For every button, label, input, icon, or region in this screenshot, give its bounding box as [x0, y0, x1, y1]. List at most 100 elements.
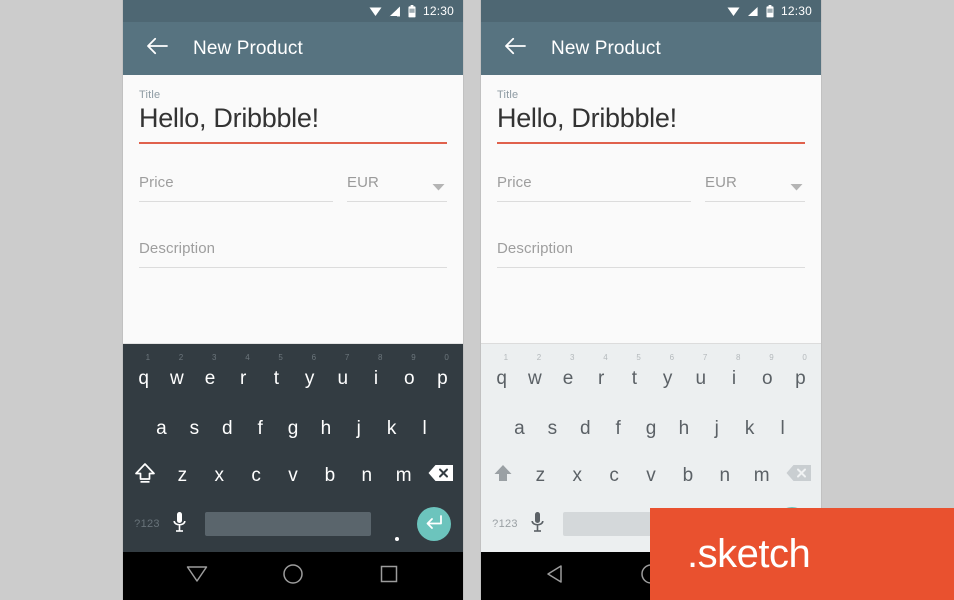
currency-field[interactable]: EUR [347, 174, 447, 202]
price-field[interactable]: Price [139, 174, 333, 202]
nav-home-button[interactable] [269, 552, 317, 600]
key-label: g [645, 418, 657, 439]
key-m[interactable]: m [385, 452, 422, 499]
key-s[interactable]: s [178, 405, 211, 452]
key-t[interactable]: 5t [260, 352, 293, 405]
key-y[interactable]: 6y [651, 352, 684, 405]
key-d[interactable]: d [211, 405, 244, 452]
description-field[interactable]: Description [139, 240, 447, 268]
status-bar: 12:30 [481, 0, 821, 22]
key-o[interactable]: 9o [751, 352, 784, 405]
key-v[interactable]: v [275, 452, 312, 499]
key-k[interactable]: k [733, 405, 766, 452]
backspace-key[interactable] [422, 452, 459, 499]
nav-back-button[interactable] [173, 552, 221, 600]
key-e[interactable]: 3e [551, 352, 584, 405]
title-field-underline [497, 142, 805, 144]
nav-recents-button[interactable] [365, 552, 413, 600]
key-label: w [169, 368, 184, 389]
title-field[interactable]: Title Hello, Dribbble! [497, 75, 805, 144]
mic-key[interactable] [521, 499, 553, 549]
key-i[interactable]: 8i [359, 352, 392, 405]
key-p[interactable]: 0p [426, 352, 459, 405]
space-key[interactable] [205, 512, 372, 536]
key-w[interactable]: 2w [518, 352, 551, 405]
description-field[interactable]: Description [497, 240, 805, 268]
key-o[interactable]: 9o [393, 352, 426, 405]
key-l[interactable]: l [408, 405, 441, 452]
key-d[interactable]: d [569, 405, 602, 452]
key-x[interactable]: x [559, 452, 596, 499]
key-p[interactable]: 0p [784, 352, 817, 405]
key-n[interactable]: n [348, 452, 385, 499]
key-b[interactable]: b [669, 452, 706, 499]
key-a[interactable]: a [145, 405, 178, 452]
enter-key[interactable] [413, 507, 455, 541]
triangle-down-back-icon [185, 564, 209, 589]
mic-key[interactable] [163, 499, 195, 549]
key-a[interactable]: a [503, 405, 536, 452]
key-label: l [422, 418, 427, 439]
chevron-down-icon[interactable] [432, 178, 445, 196]
enter-key-circle [417, 507, 452, 541]
key-z[interactable]: z [164, 452, 201, 499]
arrow-left-icon [504, 37, 526, 60]
key-label: w [527, 368, 542, 389]
key-label: a [156, 418, 167, 439]
description-field-placeholder: Description [139, 240, 216, 257]
currency-field[interactable]: EUR [705, 174, 805, 202]
key-k[interactable]: k [375, 405, 408, 452]
symbols-key[interactable]: ?123 [131, 499, 163, 549]
key-q[interactable]: 1q [485, 352, 518, 405]
key-t[interactable]: 5t [618, 352, 651, 405]
key-label: z [535, 465, 546, 486]
appbar-back-button[interactable] [139, 31, 175, 67]
price-field[interactable]: Price [497, 174, 691, 202]
key-z[interactable]: z [522, 452, 559, 499]
key-h[interactable]: h [667, 405, 700, 452]
page-title: New Product [551, 37, 661, 59]
key-g[interactable]: g [277, 405, 310, 452]
key-h[interactable]: h [309, 405, 342, 452]
key-label: o [761, 368, 773, 389]
appbar-back-button[interactable] [497, 31, 533, 67]
key-e[interactable]: 3e [193, 352, 226, 405]
key-c[interactable]: c [596, 452, 633, 499]
key-label: o [403, 368, 415, 389]
battery-icon [408, 4, 416, 18]
key-x[interactable]: x [201, 452, 238, 499]
key-q[interactable]: 1q [127, 352, 160, 405]
key-j[interactable]: j [700, 405, 733, 452]
key-j[interactable]: j [342, 405, 375, 452]
shift-key[interactable] [485, 452, 522, 499]
key-r[interactable]: 4r [227, 352, 260, 405]
key-n[interactable]: n [706, 452, 743, 499]
title-field[interactable]: Title Hello, Dribbble! [139, 75, 447, 144]
key-u[interactable]: 7u [684, 352, 717, 405]
shift-key[interactable] [127, 452, 164, 499]
backspace-key[interactable] [780, 452, 817, 499]
key-w[interactable]: 2w [160, 352, 193, 405]
key-u[interactable]: 7u [326, 352, 359, 405]
key-g[interactable]: g [635, 405, 668, 452]
nav-back-button[interactable] [531, 552, 579, 600]
key-v[interactable]: v [633, 452, 670, 499]
key-y[interactable]: 6y [293, 352, 326, 405]
key-s[interactable]: s [536, 405, 569, 452]
period-key[interactable] [381, 499, 413, 549]
key-r[interactable]: 4r [585, 352, 618, 405]
key-label: c [609, 465, 619, 486]
wifi-icon [727, 6, 740, 17]
symbols-key[interactable]: ?123 [489, 499, 521, 549]
key-i[interactable]: 8i [717, 352, 750, 405]
key-l[interactable]: l [766, 405, 799, 452]
key-m[interactable]: m [743, 452, 780, 499]
key-label: l [780, 418, 785, 439]
key-b[interactable]: b [311, 452, 348, 499]
key-f[interactable]: f [244, 405, 277, 452]
keyboard[interactable]: 1q 2w 3e 4r 5t 6y 7u 8i 9o 0p a s d f g … [123, 343, 463, 552]
key-c[interactable]: c [238, 452, 275, 499]
key-f[interactable]: f [602, 405, 635, 452]
chevron-down-icon[interactable] [790, 178, 803, 196]
keyboard-row-1: 1q 2w 3e 4r 5t 6y 7u 8i 9o 0p [481, 344, 821, 405]
